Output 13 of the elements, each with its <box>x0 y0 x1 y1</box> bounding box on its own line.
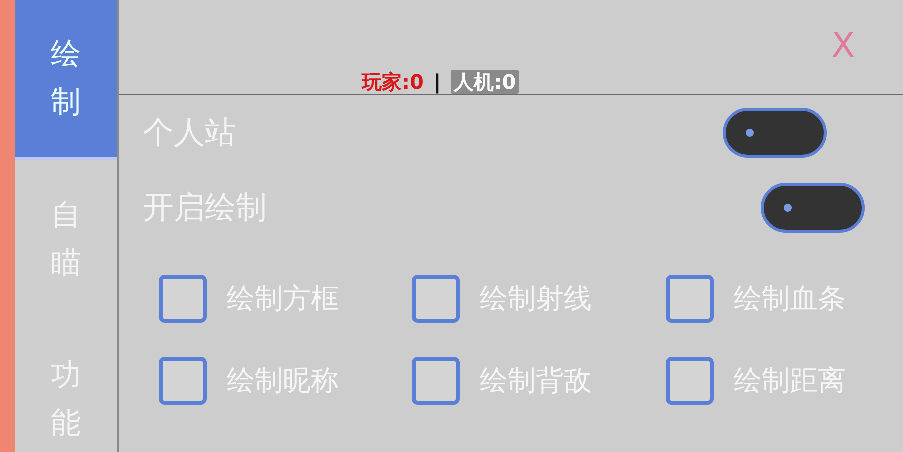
toggle-switch[interactable] <box>723 108 827 158</box>
sidebar-tab[interactable]: 绘制 <box>15 0 117 160</box>
checkbox[interactable] <box>666 357 714 405</box>
player-count: 玩家:0 <box>362 70 424 94</box>
checkbox[interactable] <box>666 275 714 323</box>
checkbox[interactable] <box>159 275 207 323</box>
bot-count: 人机:0 <box>451 70 520 94</box>
close-button[interactable]: X <box>828 26 859 66</box>
checkbox[interactable] <box>412 357 460 405</box>
toggle-switch[interactable] <box>761 182 865 232</box>
checkbox[interactable] <box>159 357 207 405</box>
checkbox[interactable] <box>412 275 460 323</box>
separator: | <box>434 70 442 94</box>
